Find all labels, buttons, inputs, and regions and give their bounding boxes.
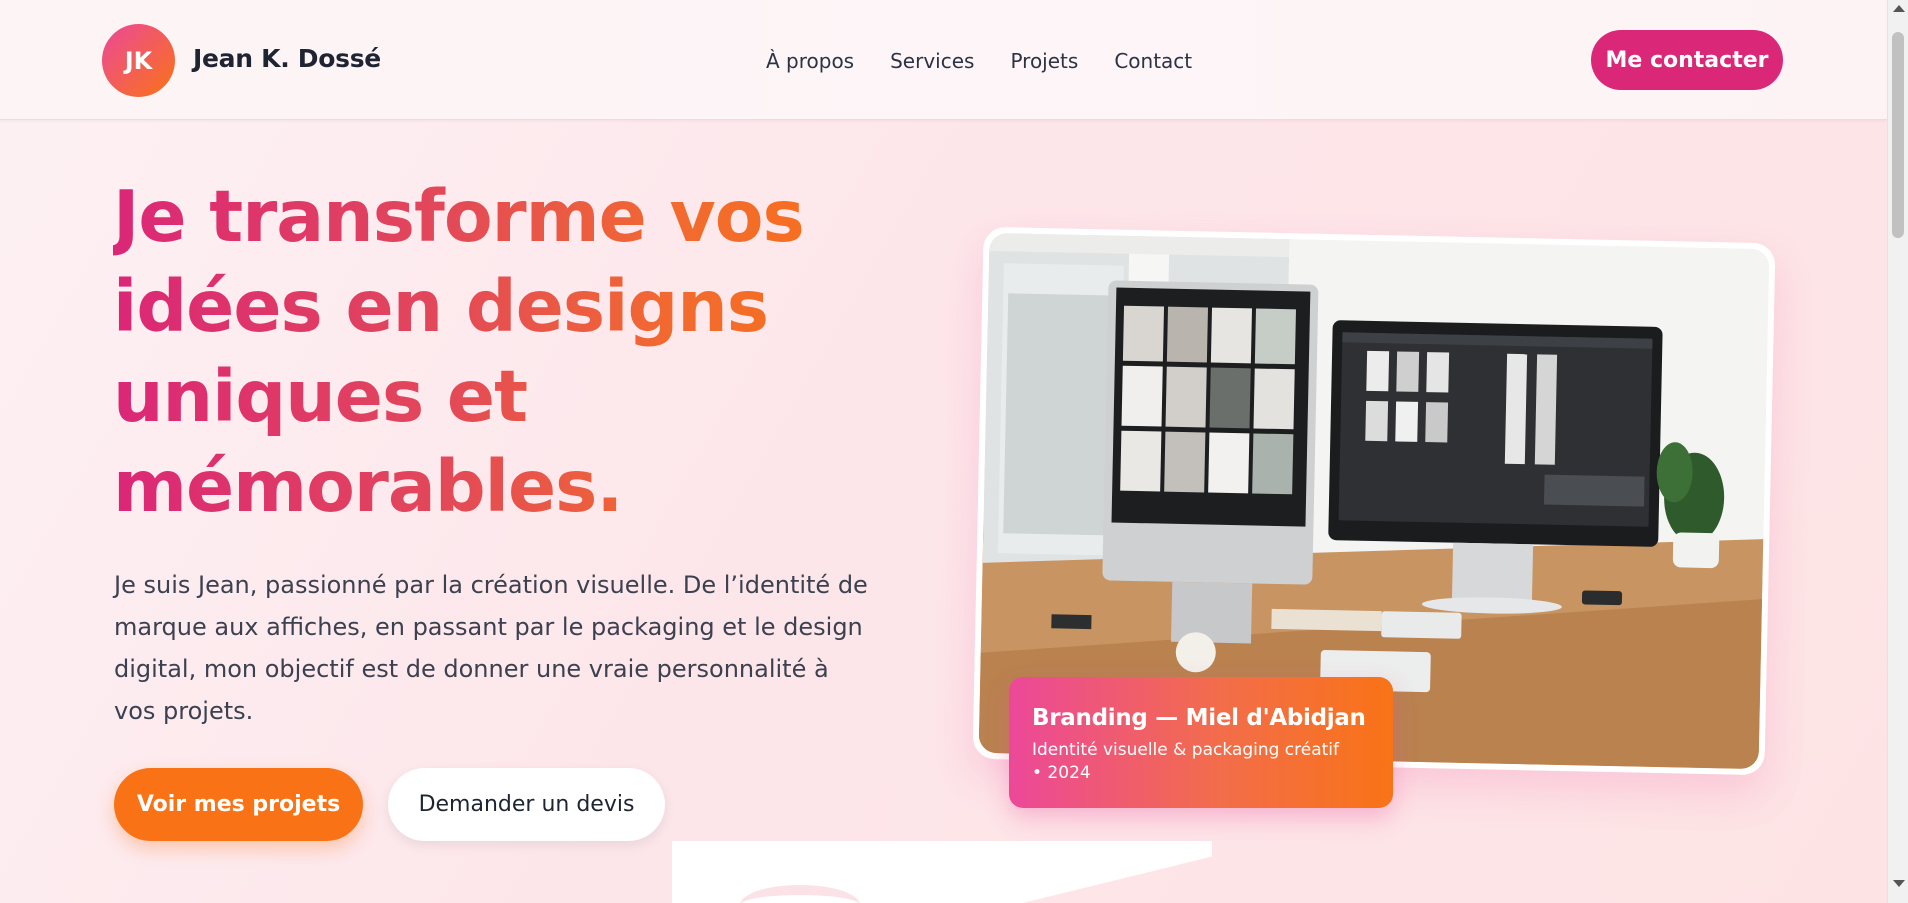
main-nav: À propos Services Projets Contact bbox=[766, 49, 1192, 73]
page-scrollbar[interactable] bbox=[1887, 0, 1908, 903]
brand-name[interactable]: Jean K. Dossé bbox=[193, 44, 381, 73]
request-quote-button[interactable]: Demander un devis bbox=[388, 768, 665, 841]
scrollbar-thumb[interactable] bbox=[1892, 32, 1904, 238]
caption-subtitle: Identité visuelle & packaging créatif • … bbox=[1032, 740, 1340, 783]
logo-badge[interactable]: JK bbox=[102, 24, 175, 97]
page: JK Jean K. Dossé À propos Services Proje… bbox=[0, 0, 1887, 903]
nav-link-projets[interactable]: Projets bbox=[1010, 49, 1078, 73]
scroll-down-arrow-icon[interactable] bbox=[1893, 880, 1905, 887]
contact-button[interactable]: Me contacter bbox=[1591, 30, 1783, 90]
scroll-up-arrow-icon[interactable] bbox=[1893, 5, 1905, 12]
view-projects-button[interactable]: Voir mes projets bbox=[114, 768, 363, 841]
nav-link-contact[interactable]: Contact bbox=[1114, 49, 1192, 73]
hero-description: Je suis Jean, passionné par la création … bbox=[114, 571, 868, 725]
hero-title: Je transforme vos idées en designs uniqu… bbox=[113, 172, 913, 532]
caption-title: Branding — Miel d'Abidjan bbox=[1032, 705, 1366, 731]
nav-link-services[interactable]: Services bbox=[890, 49, 974, 73]
site-header: JK Jean K. Dossé À propos Services Proje… bbox=[0, 0, 1887, 120]
nav-link-a-propos[interactable]: À propos bbox=[766, 49, 854, 73]
project-caption-card[interactable]: Branding — Miel d'Abidjan Identité visue… bbox=[1009, 677, 1393, 808]
